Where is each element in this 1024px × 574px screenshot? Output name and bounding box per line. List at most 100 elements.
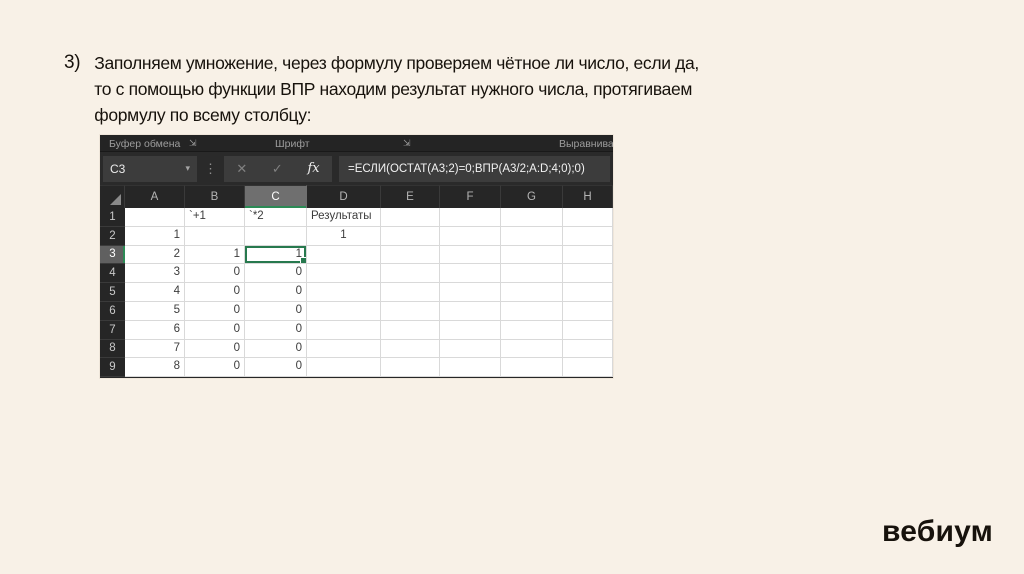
cell-a5[interactable]: 4 [125,283,185,302]
cancel-icon[interactable]: ✕ [236,161,247,177]
row-header-2[interactable]: 2 [100,226,125,246]
cell-b9[interactable]: 0 [185,358,245,378]
cell-b1[interactable]: `+1 [185,208,245,227]
cell-f8[interactable] [440,339,501,359]
cell-b2[interactable] [185,226,245,246]
cell-h8[interactable] [563,339,613,359]
cell-g6[interactable] [501,301,563,321]
column-header-a[interactable]: A [125,185,185,208]
cell-e5[interactable] [381,283,440,302]
cell-a7[interactable]: 6 [125,320,185,340]
cell-b7[interactable]: 0 [185,320,245,340]
cell-c8[interactable]: 0 [245,339,307,359]
column-header-h[interactable]: H [563,185,613,208]
cell-a3[interactable]: 2 [125,245,185,265]
row-header-3[interactable]: 3 [100,245,125,265]
cell-a2[interactable]: 1 [125,226,185,246]
cell-g3[interactable] [501,245,563,265]
row-header-9[interactable]: 9 [100,358,125,378]
column-header-b[interactable]: B [185,185,245,208]
cell-d1[interactable]: Результаты [307,208,381,227]
cell-d3[interactable] [307,245,381,265]
cell-g8[interactable] [501,339,563,359]
row-header-4[interactable]: 4 [100,264,125,284]
cell-f9[interactable] [440,358,501,378]
cell-d8[interactable] [307,339,381,359]
cell-d7[interactable] [307,320,381,340]
cell-h9[interactable] [563,358,613,378]
cell-c4[interactable]: 0 [245,264,307,284]
row-header-5[interactable]: 5 [100,283,125,302]
column-header-d[interactable]: D [307,185,381,208]
cell-e9[interactable] [381,358,440,378]
cell-b3[interactable]: 1 [185,245,245,265]
row-header-8[interactable]: 8 [100,339,125,359]
cell-c1[interactable]: `*2 [245,208,307,227]
name-box[interactable]: C3 ▾ [103,155,197,182]
cell-a9[interactable]: 8 [125,358,185,378]
cell-b6[interactable]: 0 [185,301,245,321]
cell-f1[interactable] [440,208,501,227]
cell-g7[interactable] [501,320,563,340]
column-header-c[interactable]: C [245,185,307,208]
cell-a6[interactable]: 5 [125,301,185,321]
cell-e3[interactable] [381,245,440,265]
cell-h4[interactable] [563,264,613,284]
cell-h6[interactable] [563,301,613,321]
row-header-7[interactable]: 7 [100,320,125,340]
cell-e8[interactable] [381,339,440,359]
more-options-icon[interactable]: ⋮ [204,161,217,177]
column-header-f[interactable]: F [440,185,501,208]
table-row: 8 7 0 0 [100,339,613,359]
cell-f6[interactable] [440,301,501,321]
cell-g5[interactable] [501,283,563,302]
cell-g2[interactable] [501,226,563,246]
chevron-down-icon[interactable]: ▾ [185,163,190,174]
cell-g1[interactable] [501,208,563,227]
cell-c2[interactable] [245,226,307,246]
cell-e1[interactable] [381,208,440,227]
column-header-g[interactable]: G [501,185,563,208]
cell-c5[interactable]: 0 [245,283,307,302]
cell-h2[interactable] [563,226,613,246]
cell-a8[interactable]: 7 [125,339,185,359]
cell-a1[interactable] [125,208,185,227]
insert-function-icon[interactable]: fx [307,161,319,176]
cell-d9[interactable] [307,358,381,378]
cell-b8[interactable]: 0 [185,339,245,359]
dialog-launcher-icon[interactable]: ⇲ [403,138,411,149]
cell-c7[interactable]: 0 [245,320,307,340]
cell-e7[interactable] [381,320,440,340]
cell-f7[interactable] [440,320,501,340]
cell-f4[interactable] [440,264,501,284]
cell-f5[interactable] [440,283,501,302]
dialog-launcher-icon[interactable]: ⇲ [189,138,197,149]
cell-h5[interactable] [563,283,613,302]
cell-h3[interactable] [563,245,613,265]
cell-b5[interactable]: 0 [185,283,245,302]
cell-f3[interactable] [440,245,501,265]
cell-d6[interactable] [307,301,381,321]
cell-e2[interactable] [381,226,440,246]
enter-icon[interactable]: ✓ [272,161,283,177]
cell-d2[interactable]: 1 [307,226,381,246]
cell-b4[interactable]: 0 [185,264,245,284]
row-header-6[interactable]: 6 [100,301,125,321]
cell-h7[interactable] [563,320,613,340]
cell-c9[interactable]: 0 [245,358,307,378]
cell-c6[interactable]: 0 [245,301,307,321]
formula-bar-input[interactable]: =ЕСЛИ(ОСТАТ(A3;2)=0;ВПР(A3/2;A:D;4;0);0) [339,155,610,182]
column-header-e[interactable]: E [381,185,440,208]
select-all-corner[interactable] [100,185,125,208]
cell-f2[interactable] [440,226,501,246]
row-header-1[interactable]: 1 [100,208,125,227]
cell-d5[interactable] [307,283,381,302]
cell-g9[interactable] [501,358,563,378]
cell-d4[interactable] [307,264,381,284]
cell-g4[interactable] [501,264,563,284]
cell-h1[interactable] [563,208,613,227]
cell-a4[interactable]: 3 [125,264,185,284]
cell-e6[interactable] [381,301,440,321]
selected-cell-c3[interactable]: 1 [245,245,307,265]
cell-e4[interactable] [381,264,440,284]
